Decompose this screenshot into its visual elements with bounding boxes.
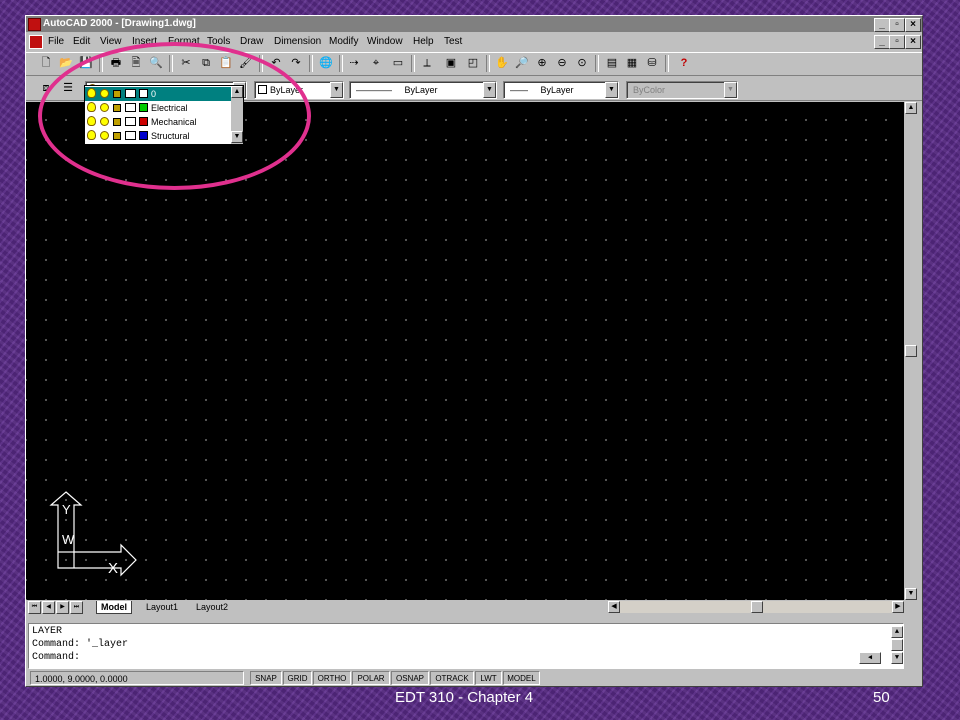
- 3d-orbit-icon[interactable]: ◰: [465, 55, 481, 71]
- slide-page-number: 50: [873, 689, 890, 706]
- pan-icon[interactable]: ✋: [494, 55, 510, 71]
- snap-icon[interactable]: ▭: [390, 55, 406, 71]
- coordinate-display[interactable]: 1.0000, 9.0000, 0.0000: [30, 671, 244, 685]
- toolbar-separator: [339, 55, 343, 72]
- chevron-down-icon[interactable]: ▼: [483, 82, 496, 98]
- snap-from-icon[interactable]: ⌖: [368, 55, 384, 71]
- close-button[interactable]: ×: [905, 18, 921, 32]
- zoom-previous-icon[interactable]: ⊖: [554, 55, 570, 71]
- cmd-hscroll-left-button[interactable]: ◀: [859, 652, 881, 664]
- tab-first-button[interactable]: ⏮: [28, 601, 41, 614]
- tab-prev-button[interactable]: ◀: [42, 601, 55, 614]
- snap-toggle[interactable]: SNAP: [250, 671, 282, 685]
- lineweight-control-combo[interactable]: —— ByLayer ▼: [503, 81, 619, 99]
- grid-toggle[interactable]: GRID: [283, 671, 312, 685]
- plotstyle-control-combo: ByColor ▼: [626, 81, 738, 99]
- plotstyle-value: ByColor: [633, 85, 666, 95]
- tab-layout1[interactable]: Layout1: [142, 601, 182, 613]
- lwt-toggle[interactable]: LWT: [475, 671, 502, 685]
- window-title: AutoCAD 2000 - [Drawing1.dwg]: [43, 18, 196, 29]
- designcenter-icon[interactable]: ▦: [624, 55, 640, 71]
- doc-restore-button[interactable]: ▫: [889, 35, 905, 49]
- menu-help[interactable]: Help: [413, 33, 434, 50]
- menu-dimension[interactable]: Dimension: [274, 33, 321, 50]
- model-toggle[interactable]: MODEL: [503, 671, 540, 685]
- vertical-scrollbar[interactable]: ▲ ▼: [905, 102, 917, 600]
- new-icon[interactable]: 🗋: [38, 55, 54, 71]
- menu-file[interactable]: File: [48, 33, 64, 50]
- ucs-w-label: W: [62, 532, 75, 547]
- horizontal-scrollbar[interactable]: ◀ ▶: [608, 601, 904, 613]
- linetype-value: ByLayer: [404, 85, 438, 95]
- scroll-right-button[interactable]: ▶: [892, 601, 904, 613]
- chevron-down-icon[interactable]: ▼: [330, 82, 343, 98]
- osnap-toggle[interactable]: OSNAP: [391, 671, 429, 685]
- vertical-scroll-thumb[interactable]: [905, 345, 917, 357]
- scroll-up-button[interactable]: ▲: [905, 102, 917, 114]
- ucs-x-label: X: [108, 560, 119, 577]
- cmd-scroll-thumb[interactable]: [891, 639, 903, 651]
- ucs-icon[interactable]: ⟂: [419, 55, 435, 71]
- tracking-icon[interactable]: ⇢: [346, 55, 362, 71]
- command-prompt[interactable]: Command:: [32, 651, 80, 664]
- autocad-app-icon[interactable]: [28, 18, 41, 31]
- menu-window[interactable]: Window: [367, 33, 403, 50]
- properties-icon[interactable]: ▤: [604, 55, 620, 71]
- linetype-sample: ————: [356, 85, 392, 95]
- toolbar-separator: [595, 55, 599, 72]
- scroll-left-button[interactable]: ◀: [608, 601, 620, 613]
- toolbar-separator: [309, 55, 313, 72]
- chevron-down-icon[interactable]: ▼: [605, 82, 618, 98]
- title-bar: AutoCAD 2000 - [Drawing1.dwg] _ ▫ ×: [26, 16, 922, 32]
- linetype-control-combo[interactable]: ———— ByLayer ▼: [349, 81, 497, 99]
- ucs-icon: [49, 491, 137, 577]
- dbconnect-icon[interactable]: ⛁: [644, 55, 660, 71]
- zoom-window-icon[interactable]: ⊕: [534, 55, 550, 71]
- slide-footer-title: EDT 310 - Chapter 4: [395, 689, 534, 706]
- tab-layout2[interactable]: Layout2: [192, 601, 232, 613]
- command-window[interactable]: LAYER Command: '_layer Command: ▲ ▼ ◀: [28, 623, 904, 669]
- polar-toggle[interactable]: POLAR: [352, 671, 390, 685]
- menu-draw[interactable]: Draw: [240, 33, 263, 50]
- help-icon[interactable]: ?: [676, 55, 692, 71]
- document-icon[interactable]: [29, 35, 43, 49]
- layout-tab-bar: ⏮ ◀ ▶ ⏭ Model Layout1 Layout2 ◀ ▶: [26, 600, 922, 615]
- maximize-button[interactable]: ▫: [889, 18, 905, 32]
- doc-close-button[interactable]: ×: [905, 35, 921, 49]
- zoom-extents-icon[interactable]: ⊙: [574, 55, 590, 71]
- lineweight-value: ByLayer: [540, 85, 574, 95]
- hyperlink-icon[interactable]: 🌐: [318, 55, 334, 71]
- toolbar-separator: [486, 55, 490, 72]
- cmd-scroll-down-button[interactable]: ▼: [891, 652, 903, 664]
- toolbar-separator: [665, 55, 669, 72]
- scroll-down-button[interactable]: ▼: [905, 588, 917, 600]
- redo-icon[interactable]: ↷: [288, 55, 304, 71]
- highlight-ellipse: [38, 42, 311, 190]
- menu-modify[interactable]: Modify: [329, 33, 358, 50]
- menu-edit[interactable]: Edit: [73, 33, 90, 50]
- tab-last-button[interactable]: ⏭: [70, 601, 83, 614]
- ortho-toggle[interactable]: ORTHO: [313, 671, 351, 685]
- command-history-line: Command: '_layer: [32, 639, 129, 650]
- lineweight-sample: ——: [510, 85, 528, 95]
- zoom-realtime-icon[interactable]: 🔎: [514, 55, 530, 71]
- tab-model[interactable]: Model: [96, 601, 132, 614]
- toolbar-separator: [411, 55, 415, 72]
- status-bar: 1.0000, 9.0000, 0.0000 SNAP GRID ORTHO P…: [26, 670, 922, 686]
- menu-test[interactable]: Test: [444, 33, 462, 50]
- command-history-line: LAYER: [32, 626, 63, 637]
- chevron-down-icon: ▼: [724, 82, 737, 98]
- named-views-icon[interactable]: ▣: [443, 55, 459, 71]
- minimize-button[interactable]: _: [874, 18, 890, 32]
- doc-minimize-button[interactable]: _: [874, 35, 890, 49]
- tab-next-button[interactable]: ▶: [56, 601, 69, 614]
- otrack-toggle[interactable]: OTRACK: [430, 671, 474, 685]
- horizontal-scroll-thumb[interactable]: [751, 601, 763, 613]
- ucs-y-label: Y: [62, 502, 71, 517]
- cmd-scroll-up-button[interactable]: ▲: [891, 626, 903, 638]
